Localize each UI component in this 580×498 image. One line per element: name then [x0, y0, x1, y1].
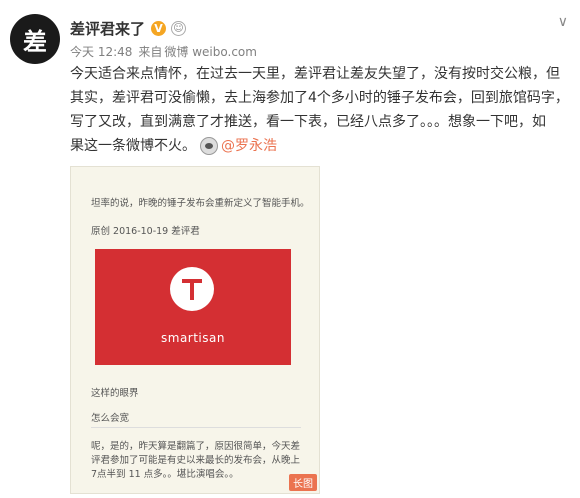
post-line: 今天适合来点情怀，在过去一天里，差评君让差友失望了，没有按时交公粮，但: [70, 66, 560, 82]
verified-badge-icon[interactable]: V: [151, 20, 167, 36]
post-time[interactable]: 今天 12:48: [70, 45, 132, 59]
smartisan-t-icon: [182, 279, 202, 300]
post-line: 其实，差评君可没偷懒，去上海参加了4个多小时的锤子发布会，回到旅馆码字，: [70, 90, 569, 106]
source-prefix: 来自: [138, 45, 163, 59]
post-line: 写了又改，直到满意了才推送，看一下表，已经八点多了。。。想象一下吧，如: [70, 114, 546, 130]
long-image-text: 这样的眼界: [91, 388, 139, 399]
mention-face-icon: [200, 137, 218, 155]
post-text: 今天适合来点情怀，在过去一天里，差评君让差友失望了，没有按时交公粮，但 其实，差…: [70, 62, 570, 158]
post-line-text: 果这一条微博不火。: [70, 138, 196, 154]
smartisan-wordmark: smartisan: [161, 331, 225, 345]
author-avatar[interactable]: 差: [10, 14, 60, 64]
long-image-text: 怎么会宽: [91, 413, 130, 424]
long-image-text: 呢，是的，昨天算是翻篇了，原因很简单，今天差评君参加了可能是有史以来最长的发布会…: [91, 441, 301, 480]
post-line-last: 果这一条微博不火。 @罗永浩: [70, 134, 570, 158]
more-menu-chevron-down-icon[interactable]: ∨: [558, 14, 568, 30]
post-meta: 今天 12:48 来自 微博 weibo.com: [70, 43, 263, 60]
mention-link[interactable]: @罗永浩: [221, 138, 277, 154]
post-header: 差评君来了 V ☺: [70, 16, 187, 40]
post-source[interactable]: 微博 weibo.com: [164, 45, 257, 59]
smartisan-banner-image: smartisan: [95, 249, 291, 365]
long-image-text-intro: 坦率的说，昨晚的锤子发布会重新定义了智能手机。: [91, 198, 310, 209]
member-icon[interactable]: ☺: [171, 20, 187, 36]
long-image-badge: 长图: [289, 474, 317, 491]
long-image-thumbnail[interactable]: 坦率的说，昨晚的锤子发布会重新定义了智能手机。 原创 2016-10-19 差评…: [70, 166, 320, 494]
divider: [91, 427, 301, 428]
long-image-byline: 原创 2016-10-19 差评君: [91, 226, 200, 237]
smartisan-logo-icon: [170, 267, 214, 311]
author-name[interactable]: 差评君来了: [70, 18, 145, 39]
